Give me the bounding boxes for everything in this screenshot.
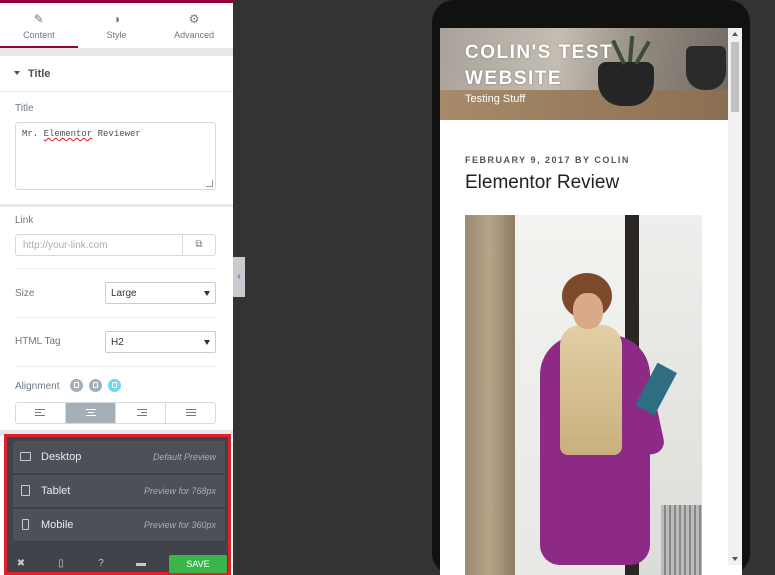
html-tag-label: HTML Tag bbox=[15, 336, 61, 347]
desktop-device-icon[interactable] bbox=[70, 379, 83, 392]
divider bbox=[15, 317, 216, 318]
align-left-button[interactable] bbox=[16, 403, 66, 423]
contrast-icon: ◑ bbox=[112, 12, 121, 26]
size-label: Size bbox=[15, 288, 35, 299]
responsive-mobile[interactable]: Mobile Preview for 360px bbox=[13, 509, 225, 542]
responsive-tablet-hint: Preview for 768px bbox=[143, 486, 216, 496]
tab-divider bbox=[0, 48, 233, 56]
chevron-down-icon bbox=[204, 340, 210, 345]
site-tagline: Testing Stuff bbox=[465, 93, 526, 105]
responsive-icon[interactable]: ▯ bbox=[54, 557, 68, 571]
mobile-icon bbox=[22, 519, 29, 530]
save-button[interactable]: SAVE bbox=[169, 555, 227, 573]
tab-advanced-label: Advanced bbox=[174, 30, 215, 40]
header-image: COLIN'S TEST WEBSITE Testing Stuff bbox=[440, 28, 728, 120]
section-title-toggle[interactable]: Title bbox=[0, 56, 233, 92]
folder-icon[interactable]: ▬ bbox=[134, 557, 148, 571]
tab-advanced[interactable]: ⚙ Advanced bbox=[155, 3, 233, 48]
panel-footer: ✖ ▯ ? ▬ SAVE bbox=[10, 555, 227, 575]
pencil-icon: ✎ bbox=[33, 12, 44, 26]
scroll-down-icon[interactable] bbox=[732, 557, 738, 561]
post-meta: FEBRUARY 9, 2017 BY COLIN bbox=[465, 155, 630, 165]
align-center-button[interactable] bbox=[66, 403, 116, 423]
link-input[interactable]: http://your-link.com ⧉ bbox=[15, 234, 216, 256]
html-tag-select[interactable]: H2 bbox=[105, 331, 216, 353]
preview-scrollbar[interactable] bbox=[728, 28, 742, 565]
external-link-icon[interactable]: ⧉ bbox=[182, 235, 215, 255]
responsive-desktop-hint: Default Preview bbox=[152, 452, 216, 462]
alignment-label: Alignment bbox=[15, 381, 60, 392]
resize-handle[interactable] bbox=[206, 180, 213, 187]
preview-screen: COLIN'S TEST WEBSITE Testing Stuff FEBRU… bbox=[440, 28, 742, 575]
site-title[interactable]: COLIN'S TEST WEBSITE bbox=[465, 40, 665, 92]
post-title[interactable]: Elementor Review bbox=[465, 172, 619, 194]
section-divider bbox=[0, 204, 233, 207]
scroll-thumb[interactable] bbox=[731, 42, 739, 112]
divider bbox=[15, 268, 216, 269]
post-featured-image bbox=[465, 215, 702, 575]
scroll-up-icon[interactable] bbox=[732, 32, 738, 36]
size-select[interactable]: Large bbox=[105, 282, 216, 304]
close-icon[interactable]: ✖ bbox=[14, 557, 28, 571]
responsive-mobile-label: Mobile bbox=[41, 519, 74, 531]
title-label: Title bbox=[15, 103, 34, 114]
title-textarea[interactable]: Mr. Elementor Reviewer bbox=[15, 122, 216, 190]
title-text-misspelled: Elementor bbox=[43, 129, 93, 139]
responsive-tablet[interactable]: Tablet Preview for 768px bbox=[13, 475, 225, 508]
collapse-panel-toggle[interactable]: ‹ bbox=[233, 257, 245, 297]
tablet-icon bbox=[21, 485, 30, 496]
size-value: Large bbox=[111, 288, 137, 299]
html-tag-value: H2 bbox=[111, 337, 124, 348]
tab-style[interactable]: ◑ Style bbox=[78, 3, 156, 48]
responsive-desktop[interactable]: Desktop Default Preview bbox=[13, 441, 225, 474]
desktop-icon bbox=[20, 452, 31, 461]
align-justify-button[interactable] bbox=[166, 403, 215, 423]
responsive-mode-menu: Desktop Default Preview Tablet Preview f… bbox=[4, 434, 231, 575]
chevron-down-icon bbox=[204, 291, 210, 296]
section-title-label: Title bbox=[28, 68, 51, 80]
align-right-button[interactable] bbox=[116, 403, 166, 423]
help-icon[interactable]: ? bbox=[94, 557, 108, 571]
mobile-device-icon[interactable] bbox=[108, 379, 121, 392]
tab-content-label: Content bbox=[23, 30, 55, 40]
link-label: Link bbox=[15, 215, 34, 226]
title-text-2: Reviewer bbox=[92, 129, 141, 139]
responsive-mobile-hint: Preview for 360px bbox=[143, 520, 216, 530]
alignment-group bbox=[15, 402, 216, 424]
tab-style-label: Style bbox=[106, 30, 127, 40]
tab-content[interactable]: ✎ Content bbox=[0, 3, 78, 48]
gear-icon: ⚙ bbox=[188, 12, 200, 26]
link-placeholder: http://your-link.com bbox=[23, 240, 108, 251]
elementor-panel: ✎ Content ◑ Style ⚙ Advanced Title Title… bbox=[0, 0, 233, 575]
title-text-1: Mr. bbox=[22, 129, 44, 139]
panel-tabs: ✎ Content ◑ Style ⚙ Advanced bbox=[0, 0, 233, 48]
responsive-tablet-label: Tablet bbox=[41, 485, 71, 497]
caret-down-icon bbox=[14, 71, 20, 76]
responsive-desktop-label: Desktop bbox=[41, 451, 82, 463]
tablet-device-icon[interactable] bbox=[89, 379, 102, 392]
divider bbox=[15, 366, 216, 367]
